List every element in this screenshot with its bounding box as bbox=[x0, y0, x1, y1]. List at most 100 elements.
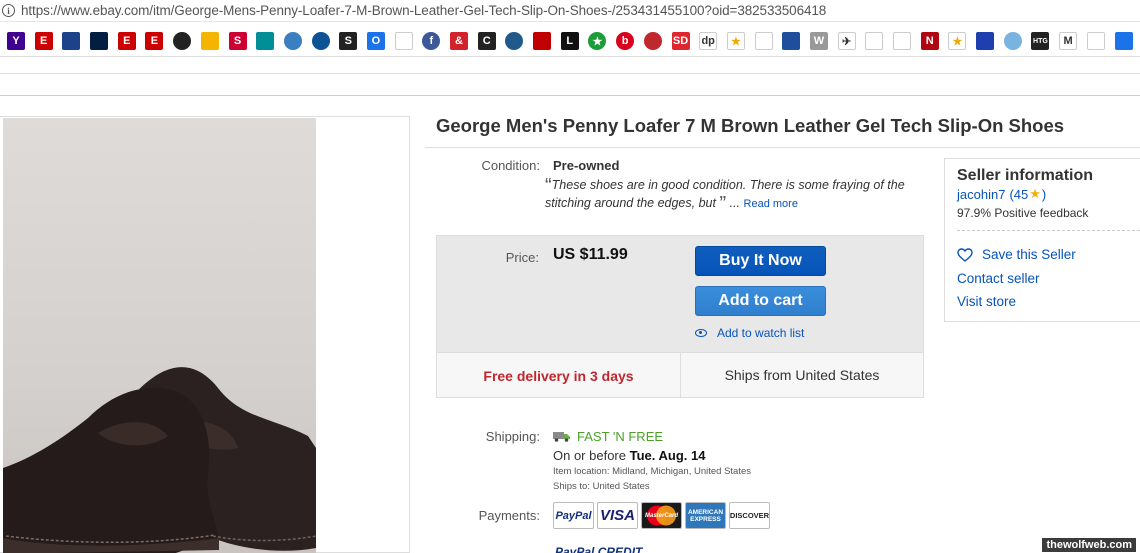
buy-it-now-button[interactable]: Buy It Now bbox=[695, 246, 826, 276]
bookmark-star-circle-icon[interactable]: ★ bbox=[588, 32, 607, 50]
bookmark-calendar-icon[interactable] bbox=[1114, 32, 1133, 50]
bookmark-mlb-icon[interactable] bbox=[90, 32, 109, 50]
seller-divider bbox=[957, 230, 1140, 231]
payment-methods: PayPal VISA MasterCard AMERICAN EXPRESS … bbox=[553, 502, 773, 529]
discover-logo: DISCOVER bbox=[729, 502, 770, 529]
star-icon: ★ bbox=[1029, 186, 1041, 201]
shipping-method: FAST 'N FREE bbox=[553, 429, 663, 444]
delivery-estimate-prefix: On or before bbox=[553, 448, 626, 463]
bookmark-l-icon[interactable]: L bbox=[560, 32, 579, 50]
bookmark-flag-icon[interactable] bbox=[976, 32, 995, 50]
bookmark-nbc-icon[interactable] bbox=[283, 32, 302, 50]
ships-to: Ships to: United States bbox=[553, 481, 650, 492]
mastercard-logo: MasterCard bbox=[641, 502, 682, 529]
bookmark-w-icon[interactable]: W bbox=[809, 32, 828, 50]
bookmark-plane-icon[interactable]: ✈ bbox=[837, 32, 856, 50]
bookmark-netflix-icon[interactable]: N bbox=[920, 32, 939, 50]
bookmark-b-icon[interactable]: b bbox=[616, 32, 635, 50]
paypal-credit-logo: PayPal CREDIT bbox=[555, 545, 643, 553]
save-seller-label: Save this Seller bbox=[982, 247, 1076, 262]
header-divider bbox=[0, 95, 1140, 96]
seller-username-link[interactable]: jacohin7 bbox=[957, 187, 1005, 202]
positive-feedback: 97.9% Positive feedback bbox=[957, 206, 1089, 220]
bookmark-tent-icon[interactable] bbox=[754, 32, 773, 50]
eye-icon bbox=[695, 329, 707, 337]
buy-box: Price: US $11.99 Buy It Now Add to cart … bbox=[436, 235, 924, 398]
watermark: thewolfweb.com bbox=[1042, 538, 1136, 552]
bookmark-sd-icon[interactable]: SD bbox=[671, 32, 690, 50]
open-quote-icon: “ bbox=[545, 175, 552, 197]
condition-ellipsis: ... bbox=[729, 196, 741, 210]
bookmark-dot-icon[interactable] bbox=[643, 32, 662, 50]
bookmark-weather-icon[interactable] bbox=[782, 32, 801, 50]
item-title: George Men's Penny Loafer 7 M Brown Leat… bbox=[436, 115, 1065, 136]
bookmark-espn-icon[interactable]: E bbox=[117, 32, 136, 50]
ships-from-text: Ships from United States bbox=[724, 367, 880, 383]
bookmark-c-icon[interactable]: C bbox=[477, 32, 496, 50]
bookmark-globe-icon[interactable] bbox=[1003, 32, 1022, 50]
bookmark-comet-icon[interactable] bbox=[311, 32, 330, 50]
bookmark-espn-icon[interactable]: E bbox=[145, 32, 164, 50]
feedback-score-link[interactable]: (45 bbox=[1009, 187, 1028, 202]
delivery-estimate-date: Tue. Aug. 14 bbox=[629, 448, 706, 463]
add-to-cart-button[interactable]: Add to cart bbox=[695, 286, 826, 316]
url-text[interactable]: https://www.ebay.com/itm/George-Mens-Pen… bbox=[21, 3, 826, 18]
bookmark-yahoo-icon[interactable]: Y bbox=[7, 32, 25, 50]
read-more-link[interactable]: Read more bbox=[744, 198, 798, 210]
contact-seller-link[interactable]: Contact seller bbox=[957, 271, 1040, 286]
save-seller-link[interactable]: Save this Seller bbox=[957, 247, 1076, 262]
bookmark-espn-icon[interactable]: E bbox=[34, 32, 53, 50]
visa-logo: VISA bbox=[597, 502, 638, 529]
info-icon[interactable]: i bbox=[2, 4, 15, 17]
bookmark-drive-icon[interactable] bbox=[1086, 32, 1105, 50]
bookmark-cat-icon[interactable] bbox=[865, 32, 884, 50]
free-delivery-text: Free delivery in 3 days bbox=[437, 353, 681, 398]
payments-label: Payments: bbox=[478, 508, 540, 523]
seller-info-title: Seller information bbox=[957, 167, 1094, 184]
price-section: Price: US $11.99 Buy It Now Add to cart … bbox=[437, 236, 923, 352]
address-bar[interactable]: i https://www.ebay.com/itm/George-Mens-P… bbox=[0, 0, 1140, 22]
visit-store-link[interactable]: Visit store bbox=[957, 294, 1016, 309]
condition-label: Condition: bbox=[481, 158, 540, 173]
header-divider bbox=[0, 73, 1140, 74]
bookmark-page-icon[interactable] bbox=[394, 32, 413, 50]
shipping-label: Shipping: bbox=[485, 429, 540, 444]
seller-name-row: jacohin7 (45 ★ ) bbox=[957, 186, 1046, 202]
paypal-logo: PayPal bbox=[553, 502, 594, 529]
bookmark-ncaa-icon[interactable]: S bbox=[228, 32, 247, 50]
bookmark-star-icon[interactable]: ★ bbox=[726, 32, 745, 50]
bookmark-f-icon[interactable]: f bbox=[422, 32, 441, 50]
bookmark-ajc-icon[interactable] bbox=[505, 32, 524, 50]
watch-label: Add to watch list bbox=[717, 326, 805, 340]
bookmark-dolphins-icon[interactable] bbox=[256, 32, 275, 50]
bookmark-star-icon[interactable]: ★ bbox=[948, 32, 967, 50]
bookmark-nba-icon[interactable] bbox=[62, 32, 81, 50]
bookmarks-bar: Y E E E S S Of & C L ★ b SD dp ★ W ✈ N ★ HTG M bbox=[0, 28, 1140, 54]
bookmark-htg-icon[interactable]: HTG bbox=[1031, 32, 1050, 50]
bookmark-sh-icon[interactable] bbox=[893, 32, 911, 50]
price-value: US $11.99 bbox=[553, 246, 628, 263]
add-to-watch-list-link[interactable]: Add to watch list bbox=[695, 326, 804, 340]
bookmark-nascar-icon[interactable] bbox=[200, 32, 219, 50]
bookmark-o-icon[interactable]: O bbox=[366, 32, 385, 50]
bookmark-dp-icon[interactable]: dp bbox=[699, 32, 718, 50]
loafer-image bbox=[3, 367, 316, 553]
heart-icon bbox=[957, 247, 973, 262]
bookmark-nhl-icon[interactable] bbox=[173, 32, 192, 50]
fast-n-free-label: FAST 'N FREE bbox=[577, 429, 664, 444]
condition-note: “These shoes are in good condition. Ther… bbox=[545, 175, 930, 215]
feedback-score-close: ) bbox=[1041, 186, 1047, 202]
seller-information-panel: Seller information jacohin7 (45 ★ ) 97.9… bbox=[944, 158, 1140, 322]
truck-icon bbox=[553, 432, 570, 442]
close-quote-icon: ” bbox=[719, 193, 727, 215]
bookmark-s-icon[interactable]: S bbox=[339, 32, 358, 50]
image-gallery bbox=[0, 116, 410, 553]
bookmark-news-icon[interactable] bbox=[533, 32, 552, 50]
header-divider bbox=[0, 56, 1140, 57]
delivery-estimate: On or before Tue. Aug. 14 bbox=[553, 448, 705, 463]
title-divider bbox=[425, 147, 1140, 148]
product-photo[interactable] bbox=[3, 118, 316, 553]
delivery-section: Free delivery in 3 days Ships from Unite… bbox=[437, 352, 923, 398]
bookmark-ampersand-icon[interactable]: & bbox=[450, 32, 468, 50]
bookmark-gmail-icon[interactable]: M bbox=[1059, 32, 1078, 50]
